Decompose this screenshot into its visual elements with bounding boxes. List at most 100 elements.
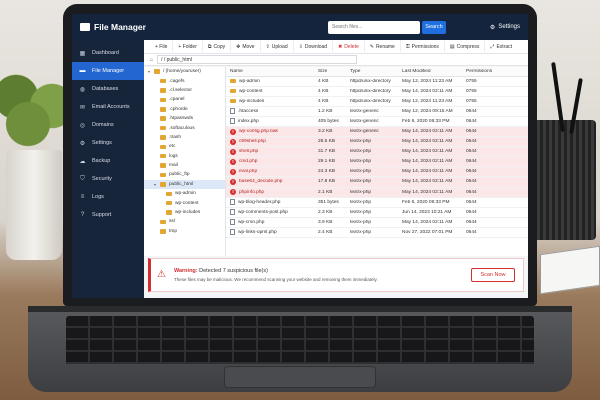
upload-button[interactable]: ⇪ Upload [261, 39, 294, 54]
new-folder-button[interactable]: + Folder [173, 39, 203, 54]
home-icon[interactable]: ⌂ [150, 57, 153, 63]
table-row[interactable]: ! c99shell.php 28.5 KB text/x-php May 14, 20… [226, 137, 528, 148]
new-file-button[interactable]: + File [150, 39, 174, 54]
rename-button[interactable]: ✎ Rename [365, 39, 401, 54]
search-button[interactable]: Search [422, 20, 446, 34]
table-row[interactable]: index.php 405 bytes text/x-generic Feb 6, 2… [226, 117, 528, 127]
download-button[interactable]: ⇩ Download [294, 39, 334, 54]
table-row[interactable]: ! cmd.php 29.1 KB text/x-php May 14, 2024 02… [226, 157, 528, 168]
sidebar-item-backup[interactable]: ☁ Backup [72, 152, 144, 170]
table-row[interactable]: wp-blog-header.php 351 bytes text/x-php Feb… [226, 198, 528, 208]
table-row[interactable]: ! phpinfo.php 2.1 KB text/x-php May 14, 2024… [226, 187, 528, 198]
main-panel: + File + Folder ⧉ Copy ✥ Move ⇪ Upload ⇩ Dow… [144, 39, 528, 298]
tree-item[interactable]: .htpasswds [144, 114, 225, 123]
table-row[interactable]: wp-includes 4 KB httpd/unix-directory May 1… [226, 97, 528, 107]
header-settings-button[interactable]: ⚙ Settings [490, 24, 520, 31]
tree-item[interactable]: etc [144, 142, 225, 151]
tree-item[interactable]: wp-includes [144, 208, 225, 217]
tree-item-label: .cpanel [169, 97, 185, 103]
file-type: text/x-php [350, 199, 372, 205]
screen: File Manager Search ⚙ Settings ▦ Dashboar… [72, 14, 528, 298]
table-row[interactable]: .htaccess 1.2 KB text/x-generic May 12, 202… [226, 107, 528, 117]
tree-item[interactable]: .softaculous [144, 123, 225, 132]
file-type: text/x-php [350, 189, 372, 195]
tree-item[interactable]: .cl.selector [144, 86, 225, 95]
table-row[interactable]: ! eval.php 24.3 KB text/x-php May 14, 2024 0… [226, 167, 528, 178]
path-root: / [161, 56, 163, 63]
sidebar-item-security[interactable]: ⛉ Security [72, 170, 144, 188]
settings-label: Settings [498, 24, 520, 30]
shield-icon: ⛉ [80, 175, 85, 182]
path-field[interactable]: / / public_html [157, 55, 358, 64]
table-row[interactable]: wp-comments-post.php 2.3 KB text/x-php Jun … [226, 208, 528, 218]
sidebar-item-domains[interactable]: ◎ Domains [72, 116, 144, 134]
folder-icon [160, 135, 166, 140]
move-label: Move [242, 43, 255, 50]
folder-icon [160, 219, 166, 225]
column-modified[interactable]: Last Modified [402, 69, 466, 74]
tree-item[interactable]: .trash [144, 133, 225, 142]
sidebar-item-dashboard[interactable]: ▦ Dashboard [72, 44, 144, 62]
file-name-cell: ! eval.php [226, 168, 318, 175]
tree-item[interactable]: wp-content [144, 198, 225, 207]
permissions-button[interactable]: ⚿ Permissions [401, 39, 445, 54]
folder-icon: ▬ [79, 68, 86, 74]
file-type: httpd/unix-directory [350, 78, 391, 84]
file-name-cell: wp-comments-post.php [226, 209, 318, 216]
tree-item[interactable]: ▾ / (home/youruser) [144, 67, 225, 76]
tree-item[interactable]: .cagefs [144, 76, 225, 85]
warning-icon: ! [230, 189, 236, 196]
file-name: phpinfo.php [239, 189, 265, 195]
sidebar-item-file-manager[interactable]: ▬ File Manager [72, 62, 144, 80]
table-row[interactable]: wp-admin 4 KB httpd/unix-directory May 12, … [226, 77, 528, 87]
folder-icon [160, 163, 166, 168]
file-name: wp-admin [239, 78, 260, 84]
column-size[interactable]: Size [318, 69, 350, 74]
tree-item[interactable]: wp-admin [144, 189, 225, 198]
file-modified: May 14, 2024 02:11 AM [402, 159, 453, 165]
move-button[interactable]: ✥ Move [231, 39, 261, 54]
tree-item[interactable]: mail [144, 161, 225, 170]
column-name[interactable]: Name [226, 69, 318, 74]
keyboard [66, 316, 534, 364]
extract-label: Extract [496, 43, 512, 50]
sidebar-item-databases[interactable]: ◍ Databases [72, 80, 144, 98]
file-name-cell: wp-admin [226, 79, 318, 84]
table-row[interactable]: ! base64_decode.php 17.8 KB text/x-php May 1… [226, 177, 528, 188]
extract-button[interactable]: ⤢ Extract [485, 40, 517, 54]
table-row[interactable]: wp-links-opml.php 2.4 KB text/x-php Nov 27,… [226, 228, 528, 238]
chevron-down-icon[interactable]: ▾ [153, 182, 157, 187]
file-permissions: 0644 [466, 169, 477, 175]
file-modified: May 14, 2024 02:11 AM [402, 179, 453, 185]
table-row[interactable]: wp-cron.php 3.9 KB text/x-php May 14, 2024 … [226, 218, 528, 228]
tree-item[interactable]: ssl [144, 217, 225, 226]
search-input[interactable] [328, 20, 420, 34]
tree-item[interactable]: public_ftp [144, 170, 225, 179]
sidebar-item-logs[interactable]: ≡ Logs [72, 188, 144, 206]
column-type[interactable]: Type [350, 69, 402, 74]
table-row[interactable]: wp-content 4 KB httpd/unix-directory May 14… [226, 87, 528, 97]
file-modified: May 14, 2024 02:11 AM [402, 149, 453, 155]
tree-item[interactable]: tmp [144, 227, 225, 236]
file-icon [230, 229, 235, 236]
tree-item[interactable]: .cphorde [144, 105, 225, 114]
tree-item[interactable]: logs [144, 152, 225, 161]
scan-now-button[interactable]: Scan Now [471, 268, 515, 282]
compress-button[interactable]: ▤ Compress [445, 39, 486, 54]
column-permissions[interactable]: Permissions [466, 69, 496, 74]
tree-item[interactable]: ▾ public_html [144, 179, 225, 190]
sidebar-item-support[interactable]: ? Support [72, 206, 144, 224]
sidebar-item-settings[interactable]: ⚙ Settings [72, 134, 144, 152]
table-header: Name Size Type Last Modified Permissions [226, 67, 528, 77]
table-row[interactable]: ! shell.php 31.7 KB text/x-php May 14, 2024 … [226, 147, 528, 158]
table-row[interactable]: ! wp-config.php.bak 3.2 KB text/x-generic Ma… [226, 126, 528, 138]
sidebar-item-email-accounts[interactable]: ✉ Email Accounts [72, 98, 144, 116]
tree-item[interactable]: .cpanel [144, 95, 225, 104]
file-name-cell: ! shell.php [226, 148, 318, 155]
delete-button[interactable]: ✖ Delete [333, 39, 365, 54]
file-modified: Jun 14, 2023 10:21 AM [402, 209, 452, 215]
copy-button[interactable]: ⧉ Copy [203, 39, 232, 54]
file-icon [230, 209, 235, 216]
chevron-down-icon[interactable]: ▾ [147, 69, 151, 74]
file-name-cell: ! c99shell.php [226, 138, 318, 145]
